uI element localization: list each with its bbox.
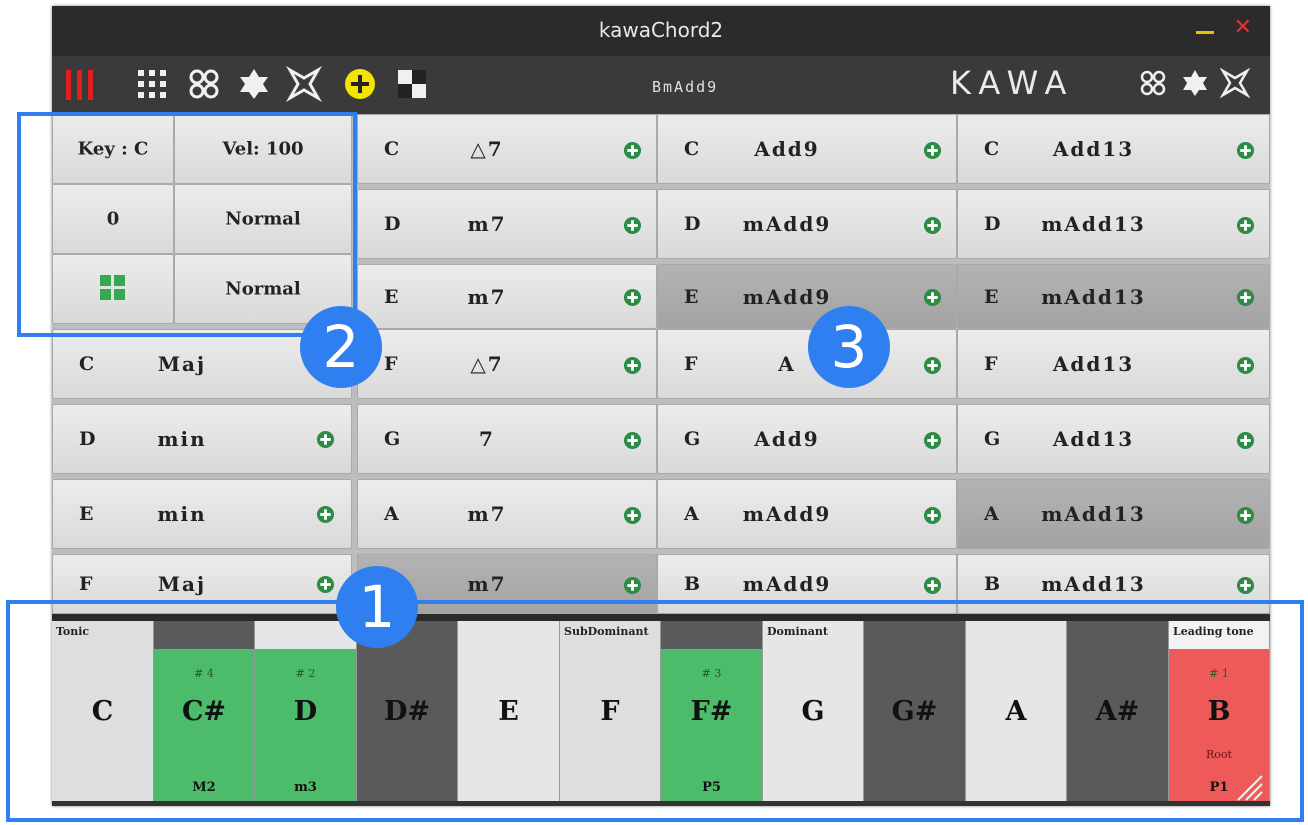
add-icon[interactable] <box>1236 576 1255 595</box>
annotation-box-keyboard <box>6 600 1304 822</box>
window-title: kawaChord2 <box>598 18 724 42</box>
chord-button[interactable]: DmAdd13 <box>957 189 1270 259</box>
chord-type: Add9 <box>754 137 820 161</box>
add-icon[interactable] <box>1236 431 1255 450</box>
add-icon[interactable] <box>623 576 642 595</box>
chord-type: mAdd9 <box>742 502 832 526</box>
add-icon[interactable] <box>1236 141 1255 160</box>
add-icon[interactable] <box>923 431 942 450</box>
hexagon-flower-icon[interactable] <box>236 66 272 102</box>
chord-button[interactable]: EmAdd13 <box>957 264 1270 329</box>
add-icon[interactable] <box>623 216 642 235</box>
chord-type: Add13 <box>1052 137 1135 161</box>
add-icon[interactable] <box>623 141 642 160</box>
add-icon[interactable] <box>623 288 642 307</box>
chord-button[interactable]: AmAdd9 <box>657 479 957 549</box>
add-icon[interactable] <box>623 506 642 525</box>
chord-type: 7 <box>479 427 495 451</box>
chord-button[interactable]: EmAdd9 <box>657 264 957 329</box>
chord-button[interactable]: F Add13 <box>957 329 1270 399</box>
star-square-icon <box>1220 68 1250 98</box>
star-square-icon[interactable] <box>286 66 322 102</box>
chord-type: mAdd13 <box>1041 572 1146 596</box>
chord-button[interactable]: AmAdd13 <box>957 479 1270 549</box>
chord-button[interactable]: Dm7 <box>357 189 657 259</box>
chord-button[interactable]: C △7 <box>357 114 657 184</box>
chord-button[interactable]: F △7 <box>357 329 657 399</box>
chord-type: △7 <box>470 137 504 161</box>
chord-button[interactable]: FA <box>657 329 957 399</box>
chord-type: m7 <box>467 212 507 236</box>
chord-type: mAdd9 <box>742 572 832 596</box>
chord-button[interactable]: Em7 <box>357 264 657 329</box>
annotation-box-settings <box>17 112 357 337</box>
add-icon[interactable] <box>316 575 335 594</box>
add-icon[interactable] <box>923 506 942 525</box>
add-icon[interactable] <box>623 356 642 375</box>
bars-view-icon[interactable] <box>62 66 98 102</box>
chord-button[interactable]: Emin <box>52 479 352 549</box>
circles-grid-icon <box>1138 68 1168 98</box>
checker-icon[interactable] <box>394 66 430 102</box>
add-icon[interactable] <box>1236 216 1255 235</box>
add-icon[interactable] <box>316 430 335 449</box>
hexagon-flower-icon <box>1180 68 1210 98</box>
chord-type: △7 <box>470 352 504 376</box>
chord-button[interactable]: DmAdd9 <box>657 189 957 259</box>
chord-type: mAdd13 <box>1041 212 1146 236</box>
chord-button[interactable]: C Add9 <box>657 114 957 184</box>
chord-type: m7 <box>467 284 507 309</box>
add-icon[interactable] <box>1236 356 1255 375</box>
annotation-badge-2: 2 <box>300 306 382 388</box>
chord-type: mAdd13 <box>1041 502 1146 526</box>
add-icon[interactable] <box>316 505 335 524</box>
add-icon[interactable] <box>1236 288 1255 307</box>
add-icon[interactable] <box>923 216 942 235</box>
add-icon[interactable] <box>923 576 942 595</box>
chord-button[interactable]: G Add9 <box>657 404 957 474</box>
add-icon[interactable] <box>923 356 942 375</box>
chord-button[interactable]: Am7 <box>357 479 657 549</box>
add-icon[interactable] <box>623 431 642 450</box>
annotation-badge-1: 1 <box>336 566 418 648</box>
close-icon[interactable]: ✕ <box>1234 16 1252 40</box>
current-chord-label: BmAdd9 <box>652 78 719 96</box>
chord-type: Add9 <box>754 427 820 451</box>
add-icon[interactable] <box>1236 506 1255 525</box>
chord-button[interactable]: Dmin <box>52 404 352 474</box>
chord-button[interactable]: G7 <box>357 404 657 474</box>
brand-logo-text: KAWA <box>950 64 1075 102</box>
chord-button[interactable]: G Add13 <box>957 404 1270 474</box>
dot-grid-icon[interactable] <box>134 66 170 102</box>
chord-button[interactable]: C Add13 <box>957 114 1270 184</box>
chord-type: Add13 <box>1052 352 1135 376</box>
chord-type: Add13 <box>1052 427 1135 451</box>
add-icon[interactable] <box>923 288 942 307</box>
minimize-button[interactable] <box>1196 31 1214 34</box>
chord-type: mAdd9 <box>742 212 832 236</box>
annotation-badge-3: 3 <box>808 306 890 388</box>
chord-type: mAdd9 <box>742 284 832 309</box>
chord-type: m7 <box>467 502 507 526</box>
circles-grid-icon[interactable] <box>186 66 222 102</box>
add-icon[interactable] <box>923 141 942 160</box>
add-circle-icon[interactable] <box>342 66 378 102</box>
toolbar: BmAdd9 KAWA <box>52 56 1270 114</box>
title-bar: kawaChord2 ✕ <box>52 6 1270 56</box>
chord-type: mAdd13 <box>1041 284 1146 309</box>
